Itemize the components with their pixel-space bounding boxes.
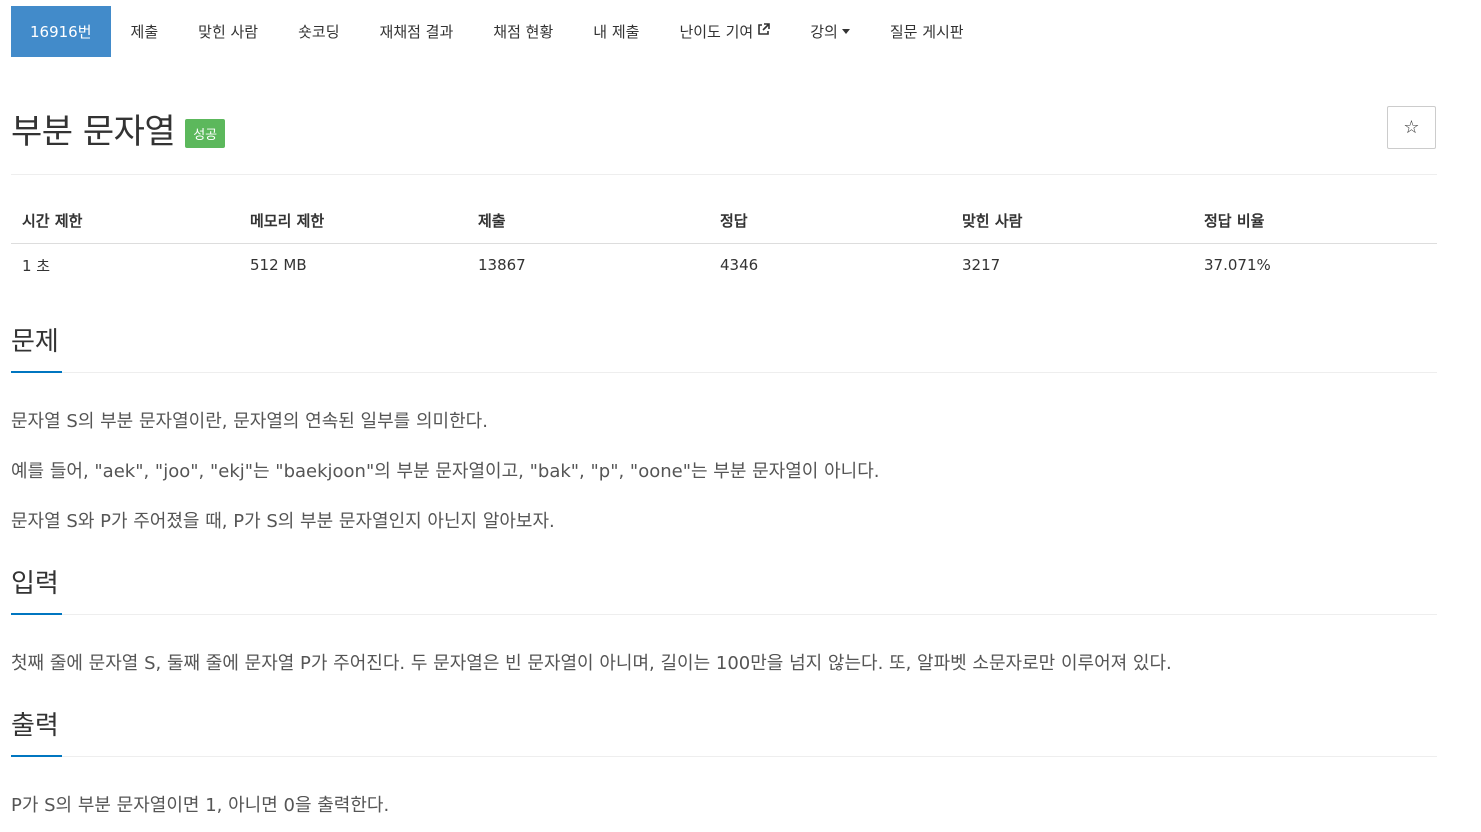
- value-submissions: 13867: [478, 256, 526, 275]
- section-header: 출력: [11, 707, 1437, 757]
- problem-paragraph: 문자열 S의 부분 문자열이란, 문자열의 연속된 일부를 의미한다.: [11, 411, 488, 432]
- header-solved-users: 맞힌 사람: [951, 199, 1193, 244]
- section-underline: [11, 755, 62, 757]
- caret-down-icon: [841, 29, 850, 34]
- problem-description-section: 문제 문자열 S의 부분 문자열이란, 문자열의 연속된 일부를 의미한다. 예…: [11, 323, 1437, 535]
- header-submissions: 제출: [467, 199, 709, 244]
- input-section: 입력 첫째 줄에 문자열 S, 둘째 줄에 문자열 P가 주어진다. 두 문자열…: [11, 565, 1437, 677]
- table-header-row: 시간 제한 메모리 제한 제출 정답 맞힌 사람 정답 비율: [11, 199, 1437, 244]
- header-accepted: 정답: [709, 199, 951, 244]
- output-paragraph: P가 S의 부분 문자열이면 1, 아니면 0을 출력한다.: [11, 795, 390, 816]
- nav-short-coding[interactable]: 숏코딩: [278, 6, 359, 57]
- nav-submit[interactable]: 제출: [111, 6, 179, 57]
- nav-judge-status[interactable]: 채점 현황: [473, 6, 573, 57]
- table-row: 1 초 512 MB 13867 4346 3217 37.071%: [11, 243, 1437, 287]
- nav-my-submissions[interactable]: 내 제출: [573, 6, 659, 57]
- star-icon: ☆: [1403, 117, 1420, 138]
- section-title-problem: 문제: [11, 327, 59, 357]
- value-accept-ratio: 37.071%: [1204, 256, 1271, 275]
- header-memory-limit: 메모리 제한: [239, 199, 467, 244]
- title-row: 부분 문자열 성공: [11, 104, 226, 153]
- external-link-icon: [757, 23, 771, 40]
- problem-info-table: 시간 제한 메모리 제한 제출 정답 맞힌 사람 정답 비율 1 초 512 M…: [11, 199, 1437, 287]
- input-paragraph: 첫째 줄에 문자열 S, 둘째 줄에 문자열 P가 주어진다. 두 문자열은 빈…: [11, 653, 1172, 674]
- section-title-output: 출력: [11, 711, 59, 741]
- problem-paragraph: 예를 들어, "aek", "joo", "ekj"는 "baekjoon"의 …: [11, 461, 880, 482]
- value-memory-limit: 512 MB: [250, 256, 307, 275]
- nav-rejudge-results[interactable]: 재채점 결과: [360, 6, 474, 57]
- nav-problem-id[interactable]: 16916번: [11, 6, 111, 57]
- nav-difficulty-label: 난이도 기여: [679, 23, 754, 41]
- page-title: 부분 문자열: [11, 112, 176, 152]
- nav-solved-users[interactable]: 맞힌 사람: [178, 6, 278, 57]
- problem-paragraph: 문자열 S와 P가 주어졌을 때, P가 S의 부분 문자열인지 아닌지 알아보…: [11, 511, 555, 532]
- favorite-button[interactable]: ☆: [1387, 106, 1436, 149]
- problem-nav: 16916번 제출 맞힌 사람 숏코딩 재채점 결과 채점 현황 내 제출 난이…: [11, 6, 984, 57]
- section-underline: [11, 371, 62, 373]
- section-title-input: 입력: [11, 569, 59, 599]
- status-badge: 성공: [185, 119, 226, 148]
- section-header: 입력: [11, 565, 1437, 615]
- nav-question-board[interactable]: 질문 게시판: [870, 6, 984, 57]
- nav-lecture-label: 강의: [810, 23, 838, 41]
- value-time-limit: 1 초: [22, 256, 51, 275]
- nav-difficulty-contribution[interactable]: 난이도 기여: [659, 6, 790, 57]
- output-section: 출력 P가 S의 부분 문자열이면 1, 아니면 0을 출력한다.: [11, 707, 1437, 819]
- nav-lecture-dropdown[interactable]: 강의: [790, 6, 870, 57]
- header-time-limit: 시간 제한: [11, 199, 239, 244]
- value-accepted: 4346: [720, 256, 759, 275]
- value-solved-users: 3217: [962, 256, 1001, 275]
- title-divider: [11, 174, 1437, 175]
- header-accept-ratio: 정답 비율: [1193, 199, 1437, 244]
- section-underline: [11, 613, 62, 615]
- section-header: 문제: [11, 323, 1437, 373]
